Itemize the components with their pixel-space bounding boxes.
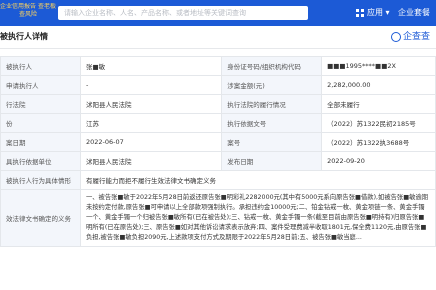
apps-menu-button[interactable]: 应用 ▾ — [367, 6, 390, 20]
field-label: 行法院 — [0, 94, 81, 114]
field-label: 具执行依据单位 — [0, 151, 81, 171]
search-input[interactable]: 请输入企业名称、人名、产品名称、或者地址等关键词查询 — [58, 6, 308, 20]
field-label: 效法律文书确定的义务 — [0, 189, 81, 247]
field-value: 江苏 — [79, 113, 223, 133]
brand-logo[interactable]: 企业信用报告 查老板 查风险 — [0, 3, 56, 23]
logo-text: 企查查 — [402, 32, 430, 42]
table-row: 效法律文书确定的义务 一、被告张■敏于2022年5月28日前返还原告张■明彩礼2… — [0, 189, 436, 247]
field-label: 案号 — [221, 132, 323, 152]
field-value: 2022-06-07 — [79, 132, 223, 152]
table-row: 具执行依据单位 沭阳县人民法院 发布日期 2022-09-20 — [0, 151, 436, 171]
field-label: 执行法院的履行情况 — [221, 94, 323, 114]
field-label: 份 — [0, 113, 81, 133]
field-label: 执行依据文号 — [221, 113, 323, 133]
field-value: 2022-09-20 — [321, 151, 436, 171]
field-value: 全部未履行 — [321, 94, 436, 114]
enterprise-plan-button[interactable]: 企业套餐 — [398, 6, 430, 20]
apps-grid-icon[interactable] — [356, 9, 364, 17]
field-label: 案日期 — [0, 132, 81, 152]
field-label: 身份证号码/组织机构代码 — [221, 56, 323, 76]
field-value: ■■■1995****■■2X — [321, 56, 436, 76]
apps-label: 应用 — [367, 8, 383, 17]
field-value: 沭阳县人民法院 — [79, 151, 223, 171]
detail-table: 被执行人 张■敏 身份证号码/组织机构代码 ■■■1995****■■2X 申请… — [0, 56, 436, 247]
table-row: 申请执行人 - 涉案金额(元) 2,282,000.00 — [0, 75, 436, 95]
table-row: 份 江苏 执行依据文号 （2022）苏1322民初2185号 — [0, 113, 436, 133]
table-row: 行法院 沭阳县人民法院 执行法院的履行情况 全部未履行 — [0, 94, 436, 114]
top-nav-bar: 企业信用报告 查老板 查风险 请输入企业名称、人名、产品名称、或者地址等关键词查… — [0, 0, 436, 26]
field-value: （2022）苏1322民初2185号 — [321, 113, 436, 133]
field-value: 张■敏 — [79, 56, 223, 76]
logo-mark-icon — [390, 31, 401, 42]
field-label: 被执行人 — [0, 56, 81, 76]
field-label: 涉案金额(元) — [221, 75, 323, 95]
table-row: 案日期 2022-06-07 案号 （2022）苏1322执3688号 — [0, 132, 436, 152]
dialog-title: 被执行人详情 — [0, 32, 48, 41]
case-number-link[interactable]: （2022）苏1322执3688号 — [321, 132, 436, 152]
chevron-down-icon: ▾ — [385, 8, 390, 17]
field-value: 2,282,000.00 — [321, 75, 436, 95]
field-label: 发布日期 — [221, 151, 323, 171]
field-label: 被执行人行为具体情形 — [0, 170, 81, 190]
field-value: 沭阳县人民法院 — [79, 94, 223, 114]
obligation-text: 一、被告张■敏于2022年5月28日前返还原告张■明彩礼2282000元(其中有… — [79, 189, 436, 247]
table-row: 被执行人行为具体情形 有履行能力而拒不履行生效法律文书确定义务 — [0, 170, 436, 190]
situation-value: 有履行能力而拒不履行生效法律文书确定义务 — [79, 170, 436, 190]
field-value: - — [79, 75, 223, 95]
table-row: 被执行人 张■敏 身份证号码/组织机构代码 ■■■1995****■■2X — [0, 56, 436, 76]
qichacha-logo: 企查查 — [390, 30, 430, 44]
dialog-header: 被执行人详情 企查查 — [0, 26, 436, 49]
detail-dialog: 被执行人详情 企查查 被执行人 张■敏 身份证号码/组织机构代码 ■■■1995… — [0, 26, 436, 290]
field-label: 申请执行人 — [0, 75, 81, 95]
